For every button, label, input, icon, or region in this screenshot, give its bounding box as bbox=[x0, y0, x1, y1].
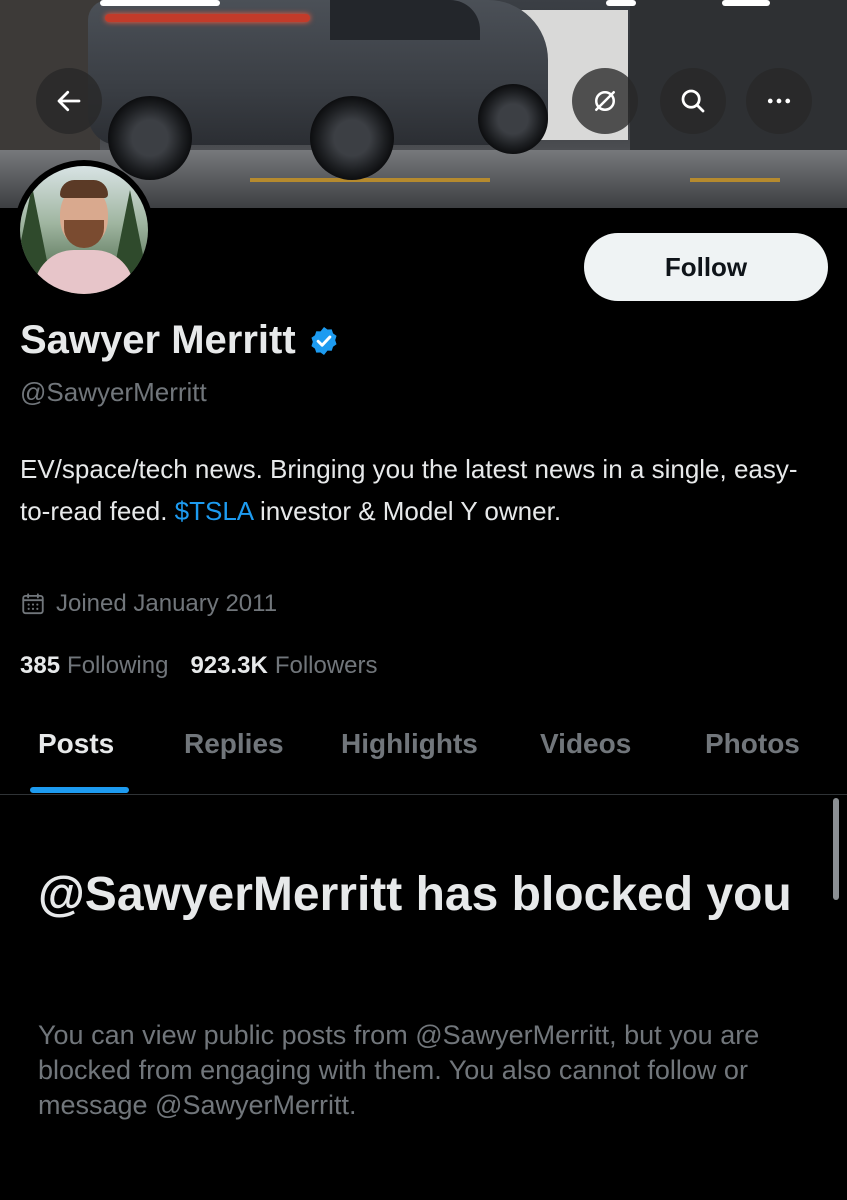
calendar-icon bbox=[22, 593, 44, 615]
avatar-beard bbox=[64, 220, 104, 248]
tab-photos[interactable]: Photos bbox=[705, 728, 800, 760]
joined-date: Joined January 2011 bbox=[20, 590, 277, 618]
bio-text: investor & Model Y owner. bbox=[252, 496, 562, 526]
slashed-circle-icon bbox=[595, 91, 615, 111]
following-link[interactable]: 385 Following bbox=[20, 652, 168, 680]
followers-label: Followers bbox=[274, 652, 378, 679]
avatar[interactable] bbox=[14, 160, 154, 300]
banner-road-stripe bbox=[690, 178, 780, 182]
tab-videos[interactable]: Videos bbox=[540, 728, 631, 760]
banner-road-stripe bbox=[250, 178, 490, 182]
tab-highlights[interactable]: Highlights bbox=[341, 728, 478, 760]
banner-car-wheel bbox=[108, 96, 192, 180]
banner-car-window bbox=[330, 0, 480, 40]
arrow-left-icon bbox=[57, 90, 81, 112]
tab-posts[interactable]: Posts bbox=[38, 728, 114, 760]
blocked-title: @SawyerMerritt has blocked you bbox=[38, 868, 792, 921]
active-tab-indicator bbox=[30, 787, 129, 793]
banner-car-taillight bbox=[105, 14, 310, 22]
avatar-photo bbox=[20, 166, 148, 294]
follow-button[interactable]: Follow bbox=[584, 233, 828, 301]
status-bar-fragment bbox=[722, 0, 770, 6]
more-horizontal-icon bbox=[767, 98, 791, 104]
blocked-description: You can view public posts from @SawyerMe… bbox=[38, 1020, 760, 1120]
profile-bio: EV/space/tech news. Bringing you the lat… bbox=[20, 448, 820, 532]
display-name: Sawyer Merritt bbox=[20, 318, 296, 362]
status-bar-fragment bbox=[606, 0, 636, 6]
search-icon bbox=[681, 89, 705, 113]
more-button[interactable] bbox=[746, 68, 812, 134]
scrollbar[interactable] bbox=[833, 798, 839, 900]
joined-text: Joined January 2011 bbox=[56, 590, 278, 617]
followers-count: 923.3K bbox=[190, 652, 268, 679]
search-button[interactable] bbox=[660, 68, 726, 134]
profile-name-row: Sawyer Merritt bbox=[20, 318, 340, 363]
following-count: 385 bbox=[20, 652, 61, 679]
banner-building bbox=[630, 0, 847, 150]
profile-stats: 385 Following 923.3K Followers bbox=[20, 652, 400, 680]
avatar-hair bbox=[60, 180, 108, 198]
bio-cashtag-link[interactable]: $TSLA bbox=[175, 496, 253, 526]
tab-replies[interactable]: Replies bbox=[184, 728, 284, 760]
status-bar-fragment bbox=[100, 0, 220, 6]
followers-link[interactable]: 923.3K Followers bbox=[190, 652, 377, 680]
verified-badge-icon[interactable] bbox=[308, 325, 340, 357]
profile-tabs: Posts Replies Highlights Videos Photos bbox=[0, 700, 847, 795]
following-label: Following bbox=[67, 652, 169, 679]
back-button[interactable] bbox=[36, 68, 102, 134]
banner-car-wheel bbox=[310, 96, 394, 180]
grok-button[interactable] bbox=[572, 68, 638, 134]
profile-handle: @SawyerMerritt bbox=[20, 377, 207, 407]
banner-car-wheel bbox=[478, 84, 548, 154]
